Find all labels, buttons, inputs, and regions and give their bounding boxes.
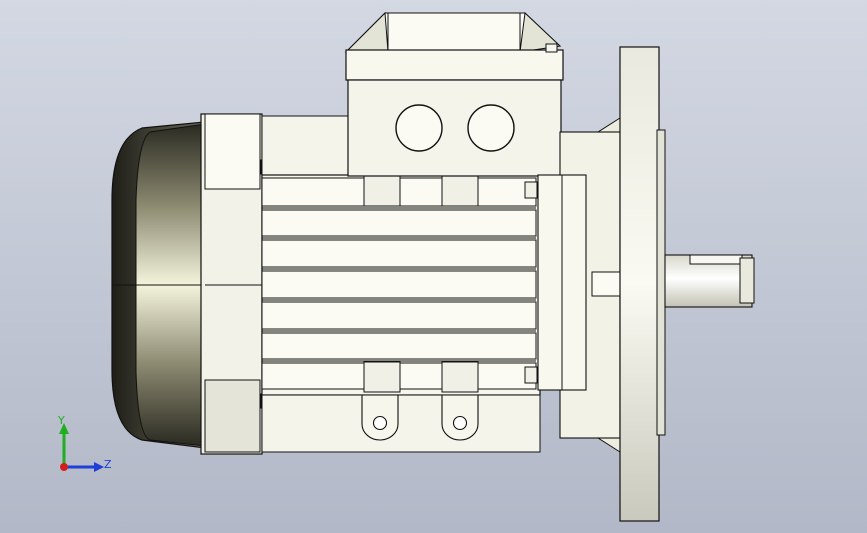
z-axis-label: Z xyxy=(104,458,112,471)
motor-model[interactable] xyxy=(0,0,867,533)
fan-cover xyxy=(111,121,206,449)
cable-gland-right xyxy=(467,104,515,152)
orientation-triad: Y Z xyxy=(57,414,112,472)
cooling-fins xyxy=(261,177,537,390)
cable-gland-left xyxy=(395,104,443,152)
terminal-box xyxy=(344,11,564,177)
output-shaft xyxy=(664,254,755,308)
cad-viewport[interactable]: Y Z xyxy=(0,0,867,533)
y-axis-label: Y xyxy=(57,414,65,427)
mounting-flange xyxy=(619,46,666,522)
